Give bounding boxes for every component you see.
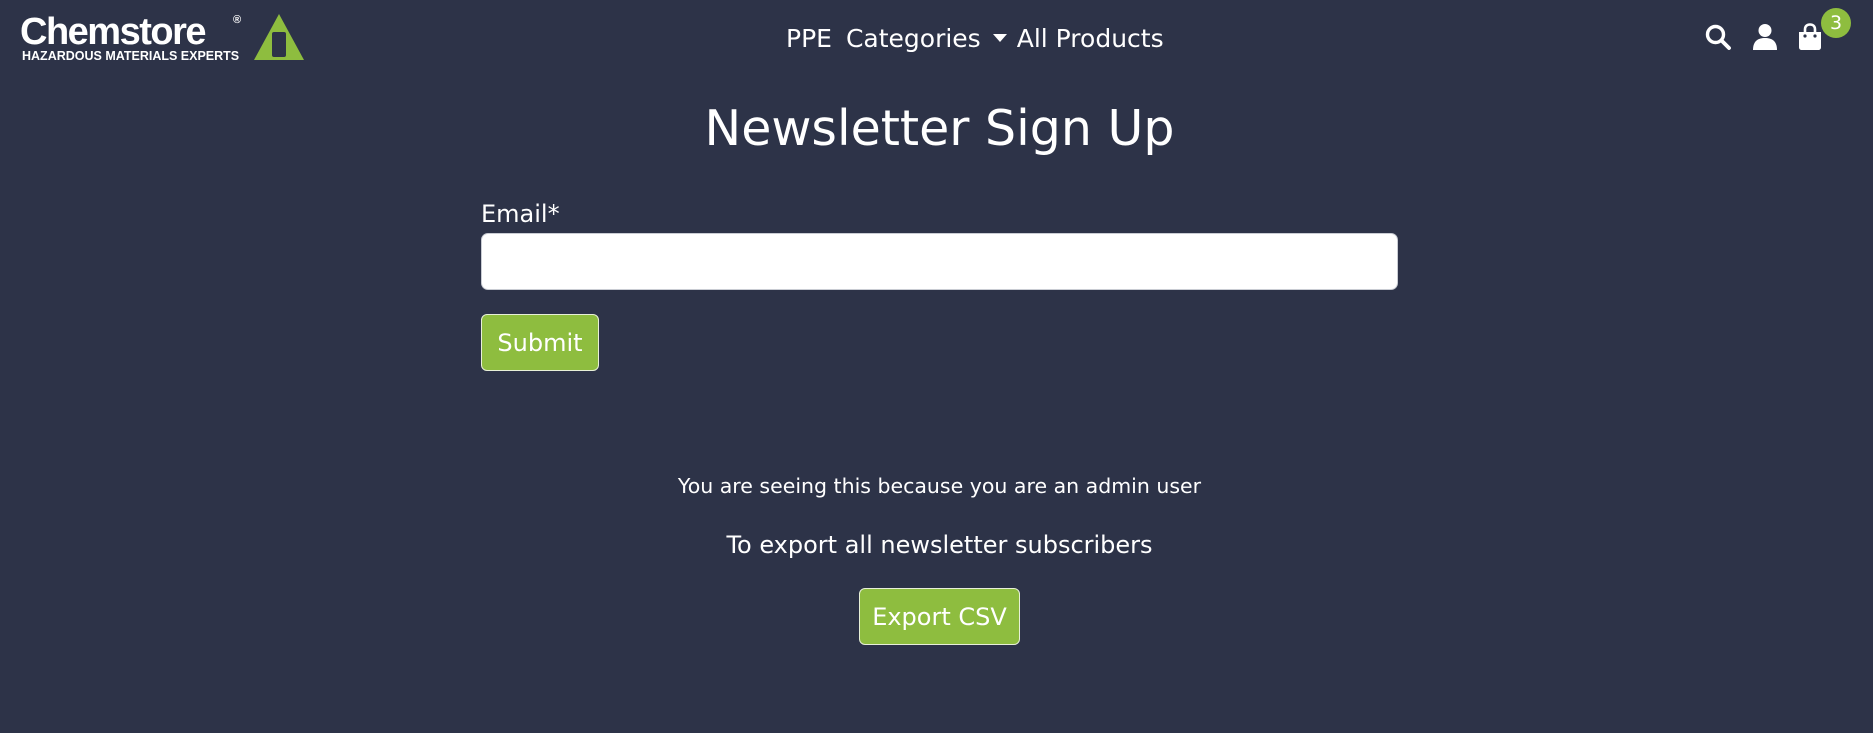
nav-item-ppe[interactable]: PPE <box>786 24 832 53</box>
export-csv-button[interactable]: Export CSV <box>859 588 1020 645</box>
shopping-bag-icon[interactable] <box>1798 23 1822 51</box>
page: Chemstore ® HAZARDOUS MATERIALS EXPERTS … <box>0 0 1873 733</box>
nav-item-categories[interactable]: Categories <box>846 24 1007 53</box>
nav-item-categories-label: Categories <box>845 23 981 53</box>
logo-tagline: HAZARDOUS MATERIALS EXPERTS <box>22 49 240 63</box>
cart-count-badge: 3 <box>1821 8 1851 38</box>
caret-down-icon <box>992 34 1007 42</box>
email-label: Email* <box>481 200 560 228</box>
logo-wordmark: Chemstore <box>20 11 207 53</box>
admin-notice: You are seeing this because you are an a… <box>677 474 1202 498</box>
export-description: To export all newsletter subscribers <box>726 531 1153 559</box>
search-icon[interactable] <box>1705 24 1731 50</box>
hazard-triangle-icon <box>254 14 304 60</box>
page-title: Newsletter Sign Up <box>704 100 1175 157</box>
logo-registered-mark: ® <box>233 14 242 26</box>
nav-item-all-products[interactable]: All Products <box>1017 24 1164 53</box>
email-input[interactable] <box>481 233 1398 290</box>
main-nav: PPE Categories All Products <box>786 18 1164 58</box>
submit-button[interactable]: Submit <box>481 314 599 371</box>
user-icon[interactable] <box>1753 24 1777 50</box>
chemstore-logo[interactable]: Chemstore ® HAZARDOUS MATERIALS EXPERTS <box>20 11 304 63</box>
